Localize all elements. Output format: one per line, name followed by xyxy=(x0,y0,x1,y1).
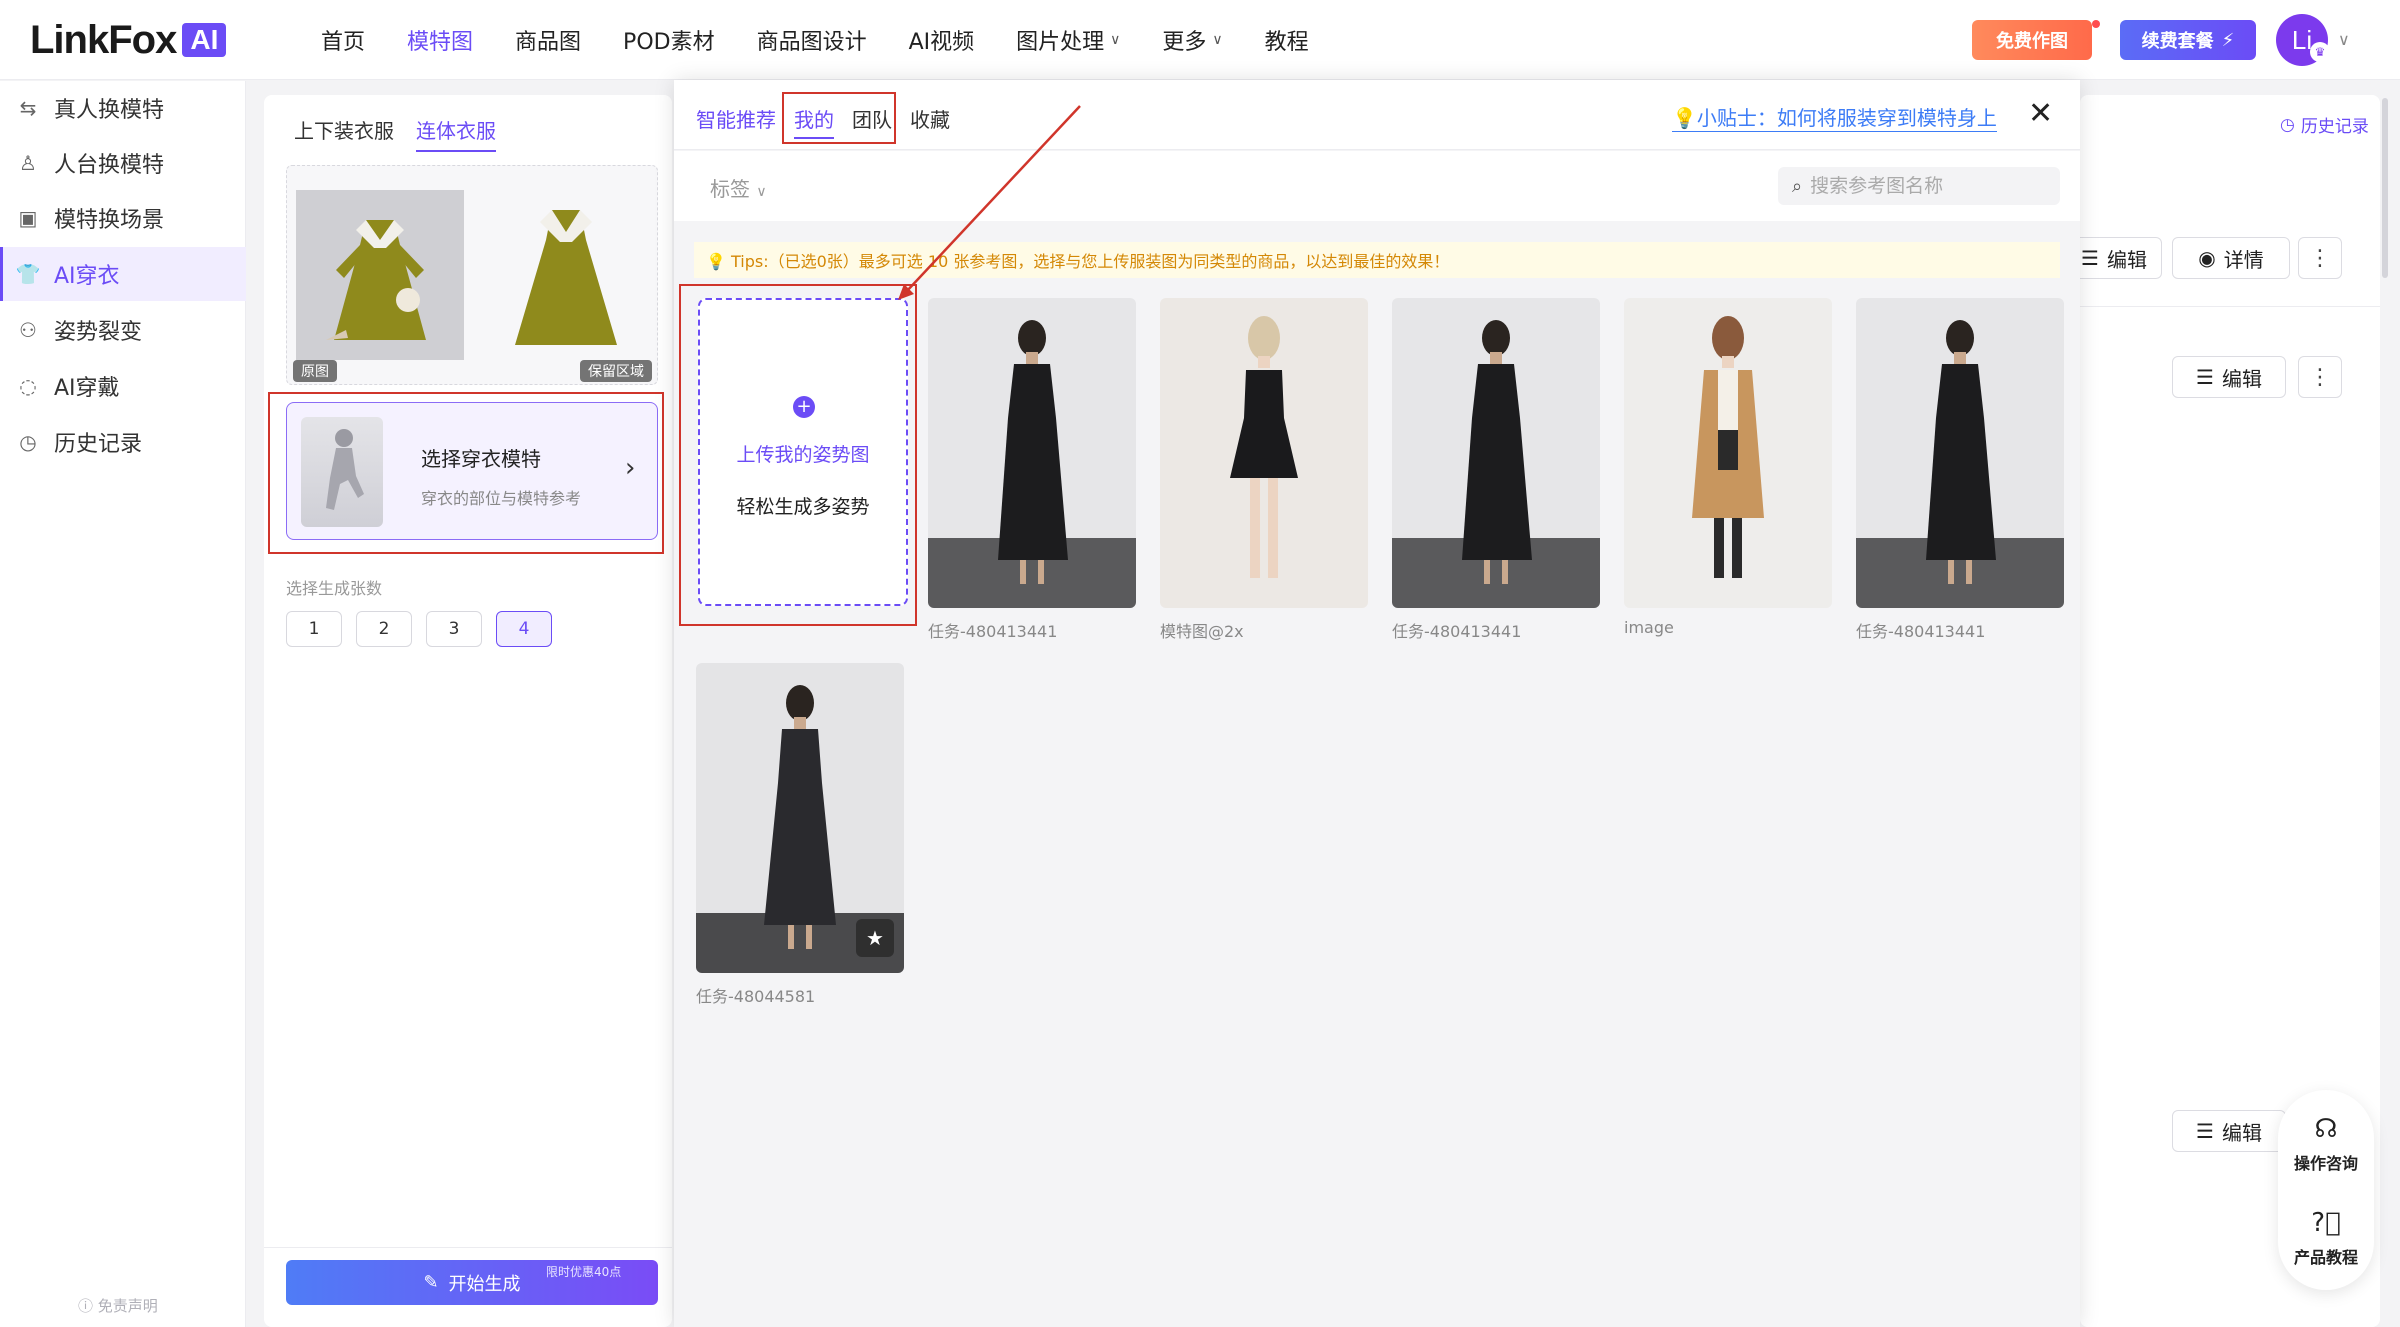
annotation-arrow xyxy=(898,105,1081,300)
